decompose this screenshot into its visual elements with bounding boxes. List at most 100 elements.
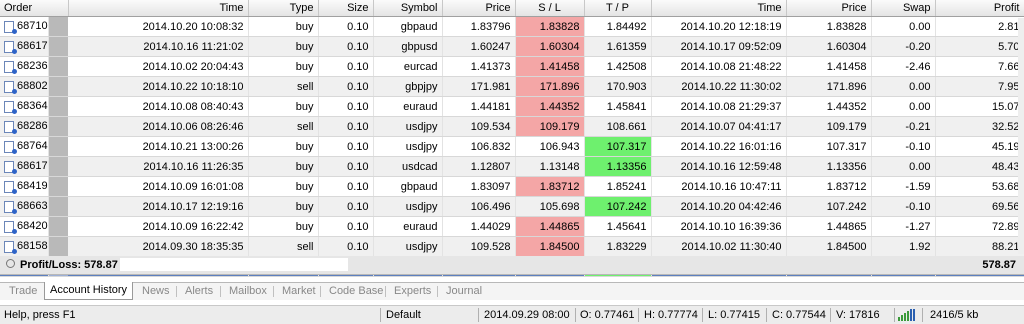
cell-type: sell (248, 76, 319, 97)
cell-symbol: euraud (373, 216, 443, 237)
tab-code-base[interactable]: Code Base (324, 283, 388, 299)
order-cell[interactable]: 68764 (0, 136, 49, 157)
order-cell[interactable]: 68617 (0, 36, 49, 57)
cell-price: 1.12807 (442, 156, 516, 177)
cell-type: buy (248, 96, 319, 117)
table-row[interactable]: 68158 2014.09.30 18:35:35 sell 0.10 usdjpy 10… (0, 236, 1024, 257)
tab-market[interactable]: Market (277, 283, 321, 299)
col-time[interactable]: Time (68, 0, 249, 17)
table-row[interactable]: 68286 2014.10.06 08:26:46 sell 0.10 usdjpy 10… (0, 116, 1024, 137)
order-cell[interactable]: 68419 (0, 176, 49, 197)
order-cell[interactable]: 68802 (0, 76, 49, 97)
order-cell[interactable]: 68420 (0, 216, 49, 237)
cell-profit: 45.19 (935, 136, 1024, 157)
table-row[interactable]: 68419 2014.10.09 16:01:08 buy 0.10 gbpaud 1.8… (0, 176, 1024, 197)
status-divider (380, 308, 381, 322)
col-swap[interactable]: Swap (871, 0, 936, 17)
tab-journal[interactable]: Journal (441, 283, 487, 299)
cell-swap: -1.59 (871, 176, 936, 197)
cell-type: buy (248, 36, 319, 57)
cell-swap: 0.00 (871, 16, 936, 37)
table-row[interactable]: 68236 2014.10.02 20:04:43 buy 0.10 eurcad 1.4… (0, 56, 1024, 77)
order-cell[interactable]: 68364 (0, 96, 49, 117)
tab-experts[interactable]: Experts (389, 283, 436, 299)
comment-cell (48, 96, 68, 117)
cell-close-price: 1.13356 (786, 156, 872, 177)
cell-size: 0.10 (318, 196, 374, 217)
cell-sl: 1.44352 (515, 96, 585, 117)
col-symbol[interactable]: Symbol (373, 0, 443, 17)
tab-mailbox[interactable]: Mailbox (224, 283, 272, 299)
order-cell[interactable]: 68710 (0, 16, 49, 37)
order-number: 68663 (17, 200, 48, 213)
cell-type: buy (248, 156, 319, 177)
table-row[interactable]: 68617 2014.10.16 11:26:35 buy 0.10 usdcad 1.1… (0, 156, 1024, 177)
tab-alerts[interactable]: Alerts (180, 283, 218, 299)
cell-size: 0.10 (318, 176, 374, 197)
table-row[interactable]: 68802 2014.10.22 10:18:10 sell 0.10 gbpjpy 17… (0, 76, 1024, 97)
cell-close-price: 1.83828 (786, 16, 872, 37)
order-document-icon (4, 80, 17, 94)
vertical-scrollbar[interactable] (1018, 18, 1024, 254)
cell-profit: 88.21 (935, 236, 1024, 257)
col-price[interactable]: Price (442, 0, 516, 17)
cell-tp: 1.61359 (584, 36, 652, 57)
cell-tp: 1.85241 (584, 176, 652, 197)
cell-price: 106.832 (442, 136, 516, 157)
cell-close-time: 2014.10.17 09:52:09 (651, 36, 787, 57)
table-row[interactable]: 68764 2014.10.21 13:00:26 buy 0.10 usdjpy 106… (0, 136, 1024, 157)
cell-sl: 105.698 (515, 196, 585, 217)
order-cell[interactable]: 68663 (0, 196, 49, 217)
cell-sl: 1.83828 (515, 16, 585, 37)
status-divider (922, 308, 923, 322)
comment-cell (48, 156, 68, 177)
col-size[interactable]: Size (318, 0, 374, 17)
table-row[interactable]: 68617 2014.10.16 11:21:02 buy 0.10 gbpusd 1.6… (0, 36, 1024, 57)
cell-close-time: 2014.10.20 12:18:19 (651, 16, 787, 37)
cell-size: 0.10 (318, 16, 374, 37)
order-cell[interactable]: 68286 (0, 116, 49, 137)
cell-profit: 7.66 (935, 56, 1024, 77)
col-close-price[interactable]: Price (786, 0, 872, 17)
order-cell[interactable]: 68158 (0, 236, 49, 257)
order-cell[interactable]: 68236 (0, 56, 49, 77)
cell-close-time: 2014.10.08 21:48:22 (651, 56, 787, 77)
table-row[interactable]: 68420 2014.10.09 16:22:42 buy 0.10 euraud 1.4… (0, 216, 1024, 237)
cell-profit: 15.07 (935, 96, 1024, 117)
cell-price: 1.83097 (442, 176, 516, 197)
tab-news[interactable]: News (137, 283, 175, 299)
col-order[interactable]: Order (0, 0, 69, 17)
tab-trade[interactable]: Trade (4, 283, 42, 299)
cell-time: 2014.10.08 08:40:43 (68, 96, 249, 117)
cell-price: 1.44029 (442, 216, 516, 237)
order-number: 68286 (17, 120, 48, 133)
tab-account-history[interactable]: Account History (44, 282, 134, 300)
cell-sl: 1.13148 (515, 156, 585, 177)
cell-profit: 69.56 (935, 196, 1024, 217)
table-row[interactable]: 68364 2014.10.08 08:40:43 buy 0.10 euraud 1.4… (0, 96, 1024, 117)
profit-loss-total: 578.87 (982, 259, 1016, 271)
cell-sl: 1.84500 (515, 236, 585, 257)
cell-sl: 1.83712 (515, 176, 585, 197)
status-datetime: 2014.09.29 08:00 (484, 309, 570, 321)
summary-field (120, 258, 348, 271)
order-document-icon (4, 180, 17, 194)
cell-profit: 7.95 (935, 76, 1024, 97)
col-sl[interactable]: S / L (515, 0, 585, 17)
cell-close-time: 2014.10.07 04:41:17 (651, 116, 787, 137)
col-close-time[interactable]: Time (651, 0, 787, 17)
table-row[interactable]: 68663 2014.10.17 12:19:16 buy 0.10 usdjpy 106… (0, 196, 1024, 217)
order-cell[interactable]: 68617 (0, 156, 49, 177)
cell-close-price: 107.317 (786, 136, 872, 157)
cell-close-price: 1.84500 (786, 236, 872, 257)
tab-divider (220, 286, 221, 297)
table-row[interactable]: 68710 2014.10.20 10:08:32 buy 0.10 gbpaud 1.8… (0, 16, 1024, 37)
col-profit[interactable]: Profit (935, 0, 1024, 17)
order-document-icon (4, 220, 17, 234)
comment-cell (48, 76, 68, 97)
col-tp[interactable]: T / P (584, 0, 652, 17)
cell-time: 2014.10.17 12:19:16 (68, 196, 249, 217)
col-type[interactable]: Type (248, 0, 319, 17)
order-document-icon (4, 60, 17, 74)
tab-divider (176, 286, 177, 297)
